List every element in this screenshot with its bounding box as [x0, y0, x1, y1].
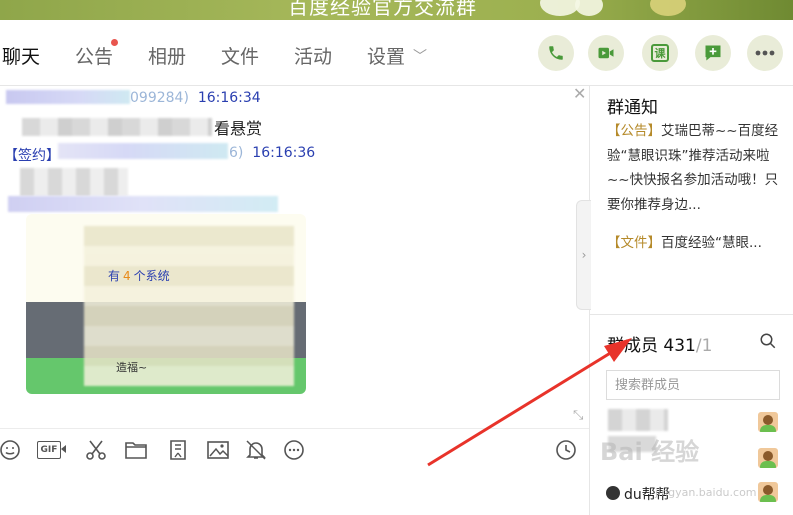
tab-announcement-label: 公告 — [75, 46, 114, 68]
tab-settings-label: 设置 — [367, 46, 406, 68]
notice-tag: 【文件】 — [607, 235, 661, 251]
sender-id: 6) — [229, 145, 244, 161]
card-caption: 造福~ — [116, 361, 148, 374]
message-text: 看悬赏 — [214, 119, 263, 138]
members-label: 群成员 — [607, 336, 658, 356]
image-icon[interactable] — [206, 438, 230, 462]
scissors-icon[interactable] — [84, 438, 108, 462]
course-icon: 课 — [651, 44, 669, 62]
member-count-total: /1 — [695, 336, 713, 356]
flower-decoration — [575, 0, 603, 16]
card-text-prefix: 有 — [108, 269, 121, 283]
input-toolbar: GIF — [0, 428, 589, 469]
close-icon[interactable]: ✕ — [573, 86, 586, 103]
shared-card[interactable]: 有 4 个系统 造福~ — [26, 214, 306, 394]
more-button[interactable] — [747, 35, 783, 71]
group-title: 百度经验官方交流群 — [288, 0, 477, 19]
member-tag: 【签约】 — [4, 148, 60, 164]
folder-icon[interactable] — [124, 438, 148, 462]
gif-button[interactable]: GIF — [37, 438, 67, 462]
avatar[interactable] — [758, 482, 778, 502]
chevron-right-icon: › — [581, 248, 587, 262]
member-search-input[interactable] — [606, 370, 780, 400]
gif-icon: GIF — [37, 441, 61, 459]
emoji-icon[interactable] — [0, 438, 22, 462]
tab-announcement[interactable]: 公告 — [75, 42, 113, 69]
message-time: 16:16:36 — [252, 145, 316, 161]
card-text-suffix: 个系统 — [133, 269, 170, 283]
member-avatar-small — [606, 486, 620, 500]
flower-decoration — [540, 0, 580, 16]
members-title: 群成员 431/1 — [607, 331, 712, 356]
bell-off-icon[interactable] — [244, 438, 268, 462]
resize-icon[interactable]: ⤡ — [573, 408, 583, 423]
tab-settings[interactable]: 设置 ﹀ — [367, 42, 427, 69]
panel-collapse-handle[interactable]: › — [576, 200, 591, 310]
blurred-message — [22, 118, 212, 136]
baidu-watermark: Bai 经验 — [600, 438, 700, 466]
blurred-member-name — [608, 409, 668, 431]
more-circle-icon[interactable] — [282, 438, 306, 462]
member-count: 431 — [663, 336, 696, 356]
voice-call-button[interactable] — [538, 35, 574, 71]
tab-album[interactable]: 相册 — [148, 42, 186, 69]
tab-files[interactable]: 文件 — [221, 42, 259, 69]
history-clock-icon[interactable] — [554, 438, 578, 462]
group-nav: 聊天 公告 相册 文件 活动 设置 ﹀ 课 — [0, 20, 793, 88]
avatar[interactable] — [758, 412, 778, 432]
baidu-watermark-url: jingyan.baidu.com — [655, 486, 757, 499]
blurred-sender — [6, 90, 130, 104]
chevron-down-icon: ﹀ — [413, 49, 428, 65]
notice-text: 百度经验“慧眼... — [661, 235, 762, 251]
tab-activities[interactable]: 活动 — [294, 42, 332, 69]
notification-dot — [111, 39, 118, 46]
add-app-button[interactable] — [695, 35, 731, 71]
search-icon[interactable] — [759, 332, 777, 350]
notice-item-announcement[interactable]: 【公告】艾瑞巴蒂~~百度经验“慧眼识珠”推荐活动来啦~~快快报名参加活动哦！只要… — [607, 119, 785, 217]
phone-icon — [549, 46, 563, 60]
blurred-sender — [58, 143, 228, 159]
tab-chat[interactable]: 聊天 — [2, 42, 40, 69]
video-icon — [598, 47, 614, 59]
blurred-message — [20, 168, 128, 196]
flower-decoration — [650, 0, 686, 16]
notice-title: 群通知 — [607, 98, 658, 118]
more-icon — [755, 50, 775, 56]
add-app-icon — [705, 45, 721, 61]
card-count: 4 — [123, 269, 131, 283]
group-banner: 百度经验官方交流群 — [0, 0, 793, 20]
video-call-button[interactable] — [588, 35, 624, 71]
blurred-message — [8, 196, 278, 212]
message-time: 16:16:34 — [197, 90, 261, 106]
course-button[interactable]: 课 — [642, 35, 678, 71]
sender-id: 099284) — [130, 90, 189, 106]
notice-item-file[interactable]: 【文件】百度经验“慧眼... — [607, 231, 785, 256]
notice-tag: 【公告】 — [607, 123, 661, 139]
screenshot-icon[interactable] — [166, 438, 190, 462]
avatar[interactable] — [758, 448, 778, 468]
chat-history: ✕ 099284) 16:16:34 看悬赏 【签约】 6) 16:16:36 … — [0, 86, 589, 426]
